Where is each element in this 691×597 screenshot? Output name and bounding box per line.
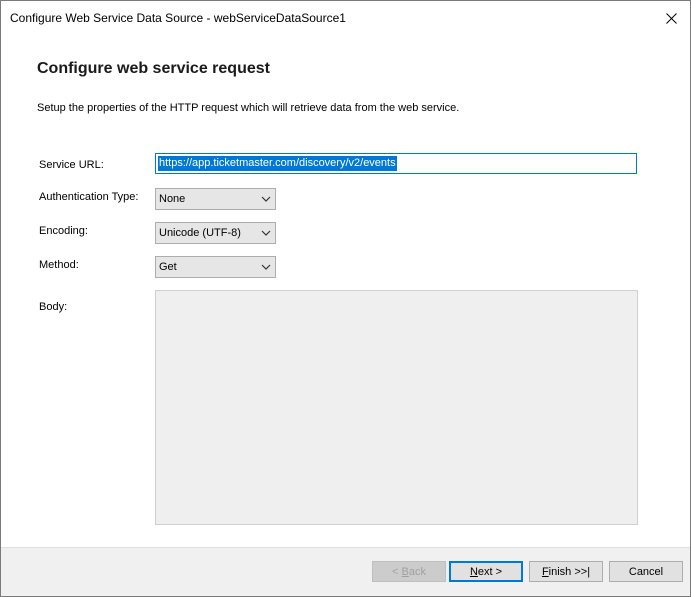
dialog-window: Configure Web Service Data Source - webS… xyxy=(0,0,691,597)
chevron-down-icon xyxy=(261,196,271,202)
wizard-page: Configure web service request Setup the … xyxy=(1,35,690,547)
back-button-rest: ack xyxy=(408,565,426,578)
body-textarea[interactable] xyxy=(155,290,638,525)
next-button[interactable]: Next > xyxy=(449,561,523,582)
next-button-mnemonic: N xyxy=(469,565,478,578)
encoding-label: Encoding: xyxy=(39,225,88,237)
cancel-button[interactable]: Cancel xyxy=(609,561,683,582)
back-button-prefix: < xyxy=(392,565,402,578)
back-button-mnemonic: B xyxy=(401,565,409,578)
encoding-dropdown[interactable]: Unicode (UTF-8) xyxy=(155,222,276,244)
service-url-label: Service URL: xyxy=(39,159,104,171)
encoding-value: Unicode (UTF-8) xyxy=(159,227,241,239)
title-bar[interactable]: Configure Web Service Data Source - webS… xyxy=(1,1,690,35)
service-url-value: https://app.ticketmaster.com/discovery/v… xyxy=(158,156,397,171)
next-button-rest: ext > xyxy=(477,565,503,578)
window-title: Configure Web Service Data Source - webS… xyxy=(10,11,346,25)
finish-button-rest: inish >>| xyxy=(548,565,591,578)
method-label: Method: xyxy=(39,259,79,271)
wizard-footer: < Back Next > Finish >>| Cancel xyxy=(1,547,690,596)
method-dropdown[interactable]: Get xyxy=(155,256,276,278)
cancel-button-label: Cancel xyxy=(628,565,664,578)
authentication-type-dropdown[interactable]: None xyxy=(155,188,276,210)
finish-button[interactable]: Finish >>| xyxy=(529,561,603,582)
close-icon xyxy=(666,12,677,24)
body-label: Body: xyxy=(39,301,68,313)
service-url-input[interactable]: https://app.ticketmaster.com/discovery/v… xyxy=(155,153,637,174)
chevron-down-icon xyxy=(261,230,271,236)
page-title: Configure web service request xyxy=(37,60,270,77)
close-button[interactable] xyxy=(653,1,690,35)
authentication-type-label: Authentication Type: xyxy=(39,191,139,203)
authentication-type-value: None xyxy=(159,193,186,205)
method-value: Get xyxy=(159,261,177,273)
page-description: Setup the properties of the HTTP request… xyxy=(37,102,460,114)
chevron-down-icon xyxy=(261,264,271,270)
back-button[interactable]: < Back xyxy=(372,561,446,582)
finish-button-mnemonic: F xyxy=(541,565,549,578)
